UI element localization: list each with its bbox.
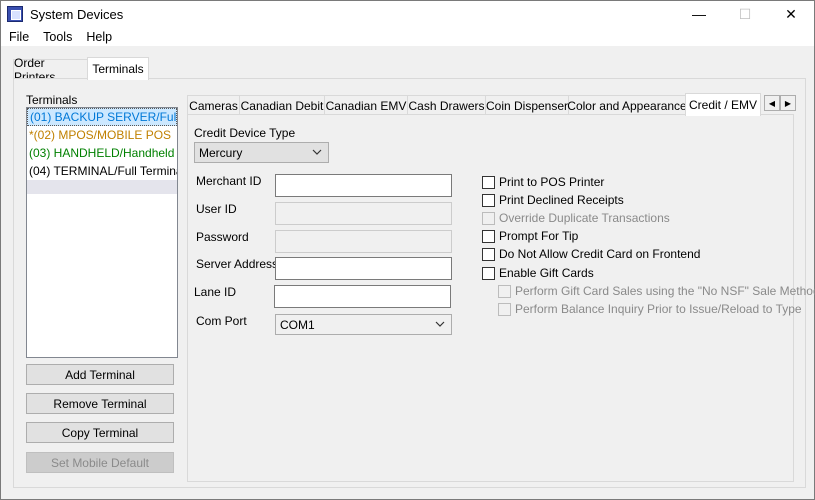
menu-help[interactable]: Help (79, 30, 119, 44)
user-id-label: User ID (196, 202, 237, 216)
lane-id-input[interactable] (274, 285, 451, 308)
terminal-item[interactable]: (01) BACKUP SERVER/Full Te (27, 108, 177, 126)
close-button[interactable]: ✕ (768, 1, 814, 27)
checkbox-label: Perform Balance Inquiry Prior to Issue/R… (515, 302, 802, 316)
tab-scroll-right-icon[interactable]: ▶ (780, 95, 796, 111)
add-terminal-button[interactable]: Add Terminal (26, 364, 174, 385)
lane-id-label: Lane ID (194, 285, 237, 299)
com-port-label: Com Port (196, 314, 247, 328)
copy-terminal-button[interactable]: Copy Terminal (26, 422, 174, 443)
password-input (275, 230, 452, 253)
prompt-for-tip-checkbox[interactable]: Prompt For Tip (482, 229, 578, 243)
terminal-list[interactable]: (01) BACKUP SERVER/Full Te *(02) MPOS/MO… (26, 107, 178, 358)
balance-inquiry-checkbox: Perform Balance Inquiry Prior to Issue/R… (498, 302, 802, 316)
server-address-label: Server Address (196, 257, 279, 271)
tab-order-printers[interactable]: Order Printers (13, 56, 88, 84)
print-declined-receipts-checkbox[interactable]: Print Declined Receipts (482, 193, 624, 207)
title-bar[interactable]: System Devices — ☐ ✕ (1, 1, 814, 27)
tab-canadian-emv[interactable]: Canadian EMV (324, 95, 408, 115)
checkbox-box (482, 211, 495, 225)
remove-terminal-button[interactable]: Remove Terminal (26, 393, 174, 414)
checkbox-label: Do Not Allow Credit Card on Frontend (499, 247, 701, 261)
override-duplicate-transactions-checkbox: Override Duplicate Transactions (482, 211, 670, 225)
menu-file[interactable]: File (1, 30, 36, 44)
com-port-value: COM1 (280, 317, 315, 332)
user-id-input (275, 202, 452, 225)
menu-tools[interactable]: Tools (36, 30, 79, 44)
merchant-id-label: Merchant ID (196, 174, 262, 188)
tab-scroll-left-icon[interactable]: ◀ (764, 95, 780, 111)
gift-card-no-nsf-checkbox: Perform Gift Card Sales using the "No NS… (498, 284, 815, 298)
checkbox-box (498, 302, 511, 316)
checkbox-label: Print Declined Receipts (499, 193, 624, 207)
system-devices-window: System Devices — ☐ ✕ File Tools Help Ord… (0, 0, 815, 500)
terminal-item[interactable]: (04) TERMINAL/Full Terminal (27, 162, 177, 180)
checkbox-label: Enable Gift Cards (499, 266, 594, 280)
app-icon (7, 6, 23, 22)
menu-bar: File Tools Help (1, 27, 814, 46)
do-not-allow-credit-card-checkbox[interactable]: Do Not Allow Credit Card on Frontend (482, 247, 700, 261)
list-empty-row (27, 180, 177, 194)
credit-device-type-select[interactable]: Mercury (194, 142, 329, 163)
tab-color-and-appearance[interactable]: Color and Appearance (567, 95, 687, 115)
terminal-item[interactable]: (03) HANDHELD/Handheld Te (27, 144, 177, 162)
checkbox-label: Override Duplicate Transactions (499, 211, 670, 225)
chevron-down-icon (312, 149, 322, 155)
checkbox-box[interactable] (482, 229, 495, 243)
checkbox-box[interactable] (482, 175, 495, 189)
checkbox-label: Print to POS Printer (499, 175, 605, 189)
enable-gift-cards-checkbox[interactable]: Enable Gift Cards (482, 266, 594, 280)
chevron-down-icon (435, 321, 445, 327)
server-address-input[interactable] (275, 257, 452, 280)
checkbox-box[interactable] (482, 247, 495, 261)
checkbox-label: Prompt For Tip (499, 229, 579, 243)
terminal-item[interactable]: *(02) MPOS/MOBILE POS (27, 126, 177, 144)
tab-cash-drawers[interactable]: Cash Drawers (407, 95, 486, 115)
print-to-pos-printer-checkbox[interactable]: Print to POS Printer (482, 175, 604, 189)
terminals-label: Terminals (26, 93, 78, 107)
checkbox-box (498, 284, 511, 298)
window-title: System Devices (30, 6, 124, 22)
com-port-select[interactable]: COM1 (275, 314, 452, 335)
minimize-button[interactable]: — (676, 1, 722, 27)
tab-terminals[interactable]: Terminals (87, 57, 149, 80)
password-label: Password (196, 230, 249, 244)
set-mobile-default-button: Set Mobile Default (26, 452, 174, 473)
tab-credit-emv[interactable]: Credit / EMV (685, 93, 761, 116)
checkbox-box[interactable] (482, 266, 495, 280)
maximize-button: ☐ (738, 5, 752, 22)
checkbox-label: Perform Gift Card Sales using the "No NS… (515, 284, 815, 298)
credit-device-type-value: Mercury (199, 145, 243, 160)
tab-cameras[interactable]: Cameras (187, 95, 240, 115)
tab-canadian-debit[interactable]: Canadian Debit (239, 95, 325, 115)
checkbox-box[interactable] (482, 193, 495, 207)
merchant-id-input[interactable] (275, 174, 452, 197)
credit-device-type-label: Credit Device Type (194, 126, 296, 140)
tab-coin-dispenser[interactable]: Coin Dispenser (485, 95, 569, 115)
